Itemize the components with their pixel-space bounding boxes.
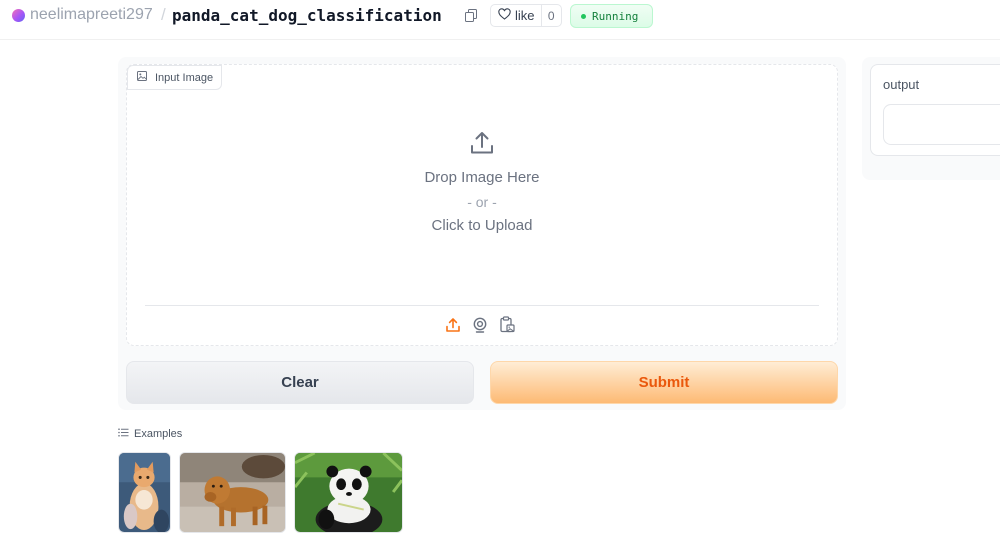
like-button[interactable]: like 0 bbox=[490, 4, 562, 27]
like-count: 0 bbox=[547, 8, 555, 23]
upload-icon bbox=[469, 130, 495, 156]
examples-header: Examples bbox=[118, 428, 182, 440]
drop-image-text: Drop Image Here bbox=[424, 169, 540, 186]
example-panda[interactable] bbox=[294, 452, 403, 533]
dog-thumbnail bbox=[180, 453, 285, 532]
source-divider bbox=[145, 305, 819, 306]
clipboard-icon[interactable] bbox=[499, 316, 515, 333]
upload-prompt[interactable]: Drop Image Here - or - Click to Upload bbox=[127, 130, 837, 238]
or-text: - or - bbox=[467, 194, 497, 210]
panda-thumbnail bbox=[295, 453, 402, 532]
like-label: like bbox=[515, 8, 535, 23]
upload-source-icon[interactable] bbox=[445, 316, 461, 333]
submit-button[interactable]: Submit bbox=[490, 361, 838, 404]
input-image-label: Input Image bbox=[127, 65, 223, 90]
example-dog[interactable] bbox=[179, 452, 286, 533]
space-name-link[interactable]: panda_cat_dog_classification bbox=[172, 6, 442, 25]
status-dot-icon bbox=[581, 13, 586, 19]
source-selector bbox=[445, 316, 515, 333]
click-to-upload-text[interactable]: Click to Upload bbox=[432, 214, 533, 238]
examples-label: Examples bbox=[134, 428, 183, 440]
space-header: neelimapreeti297 / panda_cat_dog_classif… bbox=[0, 0, 1000, 40]
cat-thumbnail bbox=[119, 453, 170, 532]
example-cat[interactable] bbox=[118, 452, 171, 533]
clear-button[interactable]: Clear bbox=[126, 361, 474, 404]
copy-icon[interactable] bbox=[465, 9, 477, 22]
status-badge: Running bbox=[570, 4, 653, 28]
list-icon bbox=[118, 428, 129, 440]
owner-link[interactable]: neelimapreeti297 bbox=[30, 6, 153, 24]
image-icon bbox=[137, 71, 147, 84]
output-textbox[interactable] bbox=[883, 104, 1000, 145]
status-text: Running bbox=[592, 9, 639, 23]
heart-icon bbox=[498, 8, 511, 23]
output-label: output bbox=[883, 77, 920, 92]
path-separator: / bbox=[161, 5, 166, 24]
webcam-icon[interactable] bbox=[472, 316, 488, 333]
input-image-label-text: Input Image bbox=[155, 71, 214, 84]
space-avatar bbox=[12, 9, 25, 22]
like-main[interactable]: like bbox=[491, 5, 542, 26]
